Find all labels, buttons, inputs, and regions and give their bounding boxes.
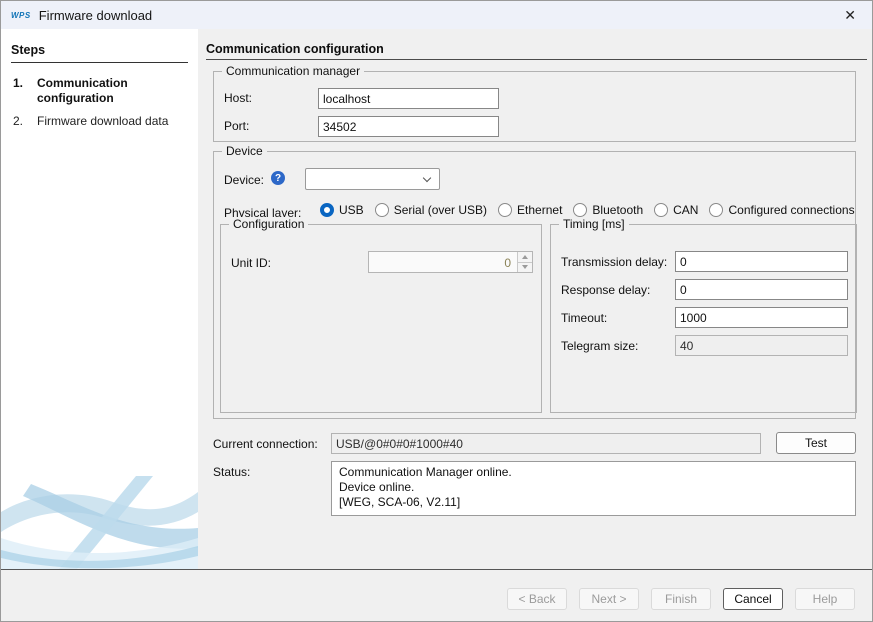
wps-logo-icon: WPS xyxy=(11,11,31,20)
radio-usb[interactable]: USB xyxy=(320,203,364,217)
timeout-label: Timeout: xyxy=(561,311,607,325)
physical-layer-radio-group: USB Serial (over USB) Ethernet Bluetooth… xyxy=(320,203,855,217)
telegram-size-label: Telegram size: xyxy=(561,339,638,353)
device-label: Device: xyxy=(224,173,264,187)
transmission-delay-input[interactable] xyxy=(675,251,848,272)
radio-can-control[interactable] xyxy=(654,203,668,217)
transmission-delay-label: Transmission delay: xyxy=(561,255,667,269)
radio-serial-control[interactable] xyxy=(375,203,389,217)
firmware-download-dialog: WPS Firmware download ✕ Steps 1. Communi… xyxy=(0,0,873,622)
configuration-group: Configuration Unit ID: 0 xyxy=(220,224,542,413)
response-delay-label: Response delay: xyxy=(561,283,650,297)
radio-label: CAN xyxy=(673,203,698,217)
host-label: Host: xyxy=(224,91,252,105)
radio-ethernet-control[interactable] xyxy=(498,203,512,217)
window-title: Firmware download xyxy=(39,8,152,23)
decorative-swoosh xyxy=(1,476,198,569)
radio-configured-connections-control[interactable] xyxy=(709,203,723,217)
group-title: Configuration xyxy=(229,217,308,231)
cancel-button[interactable]: Cancel xyxy=(723,588,783,610)
communication-manager-group: Communication manager Host: Port: xyxy=(213,71,856,142)
radio-bluetooth[interactable]: Bluetooth xyxy=(573,203,643,217)
help-button: Help xyxy=(795,588,855,610)
radio-usb-control[interactable] xyxy=(320,203,334,217)
device-group: Device Device: ? Physical layer: USB Ser… xyxy=(213,151,856,419)
test-button[interactable]: Test xyxy=(776,432,856,454)
title-bar: WPS Firmware download ✕ xyxy=(1,1,872,29)
radio-can[interactable]: CAN xyxy=(654,203,698,217)
telegram-size-input xyxy=(675,335,848,356)
step-number: 2. xyxy=(13,114,37,129)
steps-header: Steps xyxy=(11,43,188,63)
step-item-firmware-download-data: 2. Firmware download data xyxy=(13,114,198,129)
status-line: Communication Manager online. xyxy=(339,465,848,480)
status-box: Communication Manager online. Device onl… xyxy=(331,461,856,516)
spinner-buttons xyxy=(517,252,532,272)
current-connection-label: Current connection: xyxy=(213,437,318,451)
help-icon[interactable]: ? xyxy=(271,171,285,185)
group-title: Communication manager xyxy=(222,64,364,78)
step-label: Communication configuration xyxy=(37,76,177,106)
wizard-button-bar: < Back Next > Finish Cancel Help xyxy=(1,569,873,622)
page-title: Communication configuration xyxy=(206,42,384,56)
port-input[interactable] xyxy=(318,116,499,137)
group-title: Timing [ms] xyxy=(559,217,629,231)
step-label: Firmware download data xyxy=(37,114,177,129)
timeout-input[interactable] xyxy=(675,307,848,328)
radio-bluetooth-control[interactable] xyxy=(573,203,587,217)
host-input[interactable] xyxy=(318,88,499,109)
unit-id-stepper: 0 xyxy=(368,251,533,273)
next-button: Next > xyxy=(579,588,639,610)
steps-sidebar: Steps 1. Communication configuration 2. … xyxy=(1,29,198,569)
device-combobox[interactable] xyxy=(305,168,440,190)
radio-configured-connections[interactable]: Configured connections xyxy=(709,203,854,217)
radio-label: Ethernet xyxy=(517,203,562,217)
radio-label: USB xyxy=(339,203,364,217)
status-label: Status: xyxy=(213,465,250,479)
spinner-up-icon xyxy=(518,252,532,262)
step-item-communication-configuration: 1. Communication configuration xyxy=(13,76,198,106)
chevron-down-icon xyxy=(423,174,431,182)
back-button: < Back xyxy=(507,588,567,610)
spinner-down-icon xyxy=(518,262,532,273)
main-panel: Communication configuration Communicatio… xyxy=(198,29,873,569)
close-icon[interactable]: ✕ xyxy=(836,5,864,26)
step-number: 1. xyxy=(13,76,37,106)
unit-id-value: 0 xyxy=(504,256,511,270)
timing-group: Timing [ms] Transmission delay: Response… xyxy=(550,224,857,413)
radio-label: Bluetooth xyxy=(592,203,643,217)
radio-label: Serial (over USB) xyxy=(394,203,487,217)
status-line: Device online. xyxy=(339,480,848,495)
group-title: Device xyxy=(222,144,267,158)
response-delay-input[interactable] xyxy=(675,279,848,300)
radio-serial-over-usb[interactable]: Serial (over USB) xyxy=(375,203,487,217)
finish-button: Finish xyxy=(651,588,711,610)
radio-label: Configured connections xyxy=(728,203,854,217)
current-connection-field xyxy=(331,433,761,454)
status-line: [WEG, SCA-06, V2.11] xyxy=(339,495,848,510)
port-label: Port: xyxy=(224,119,249,133)
header-divider xyxy=(206,59,867,60)
radio-ethernet[interactable]: Ethernet xyxy=(498,203,562,217)
unit-id-label: Unit ID: xyxy=(231,256,271,270)
